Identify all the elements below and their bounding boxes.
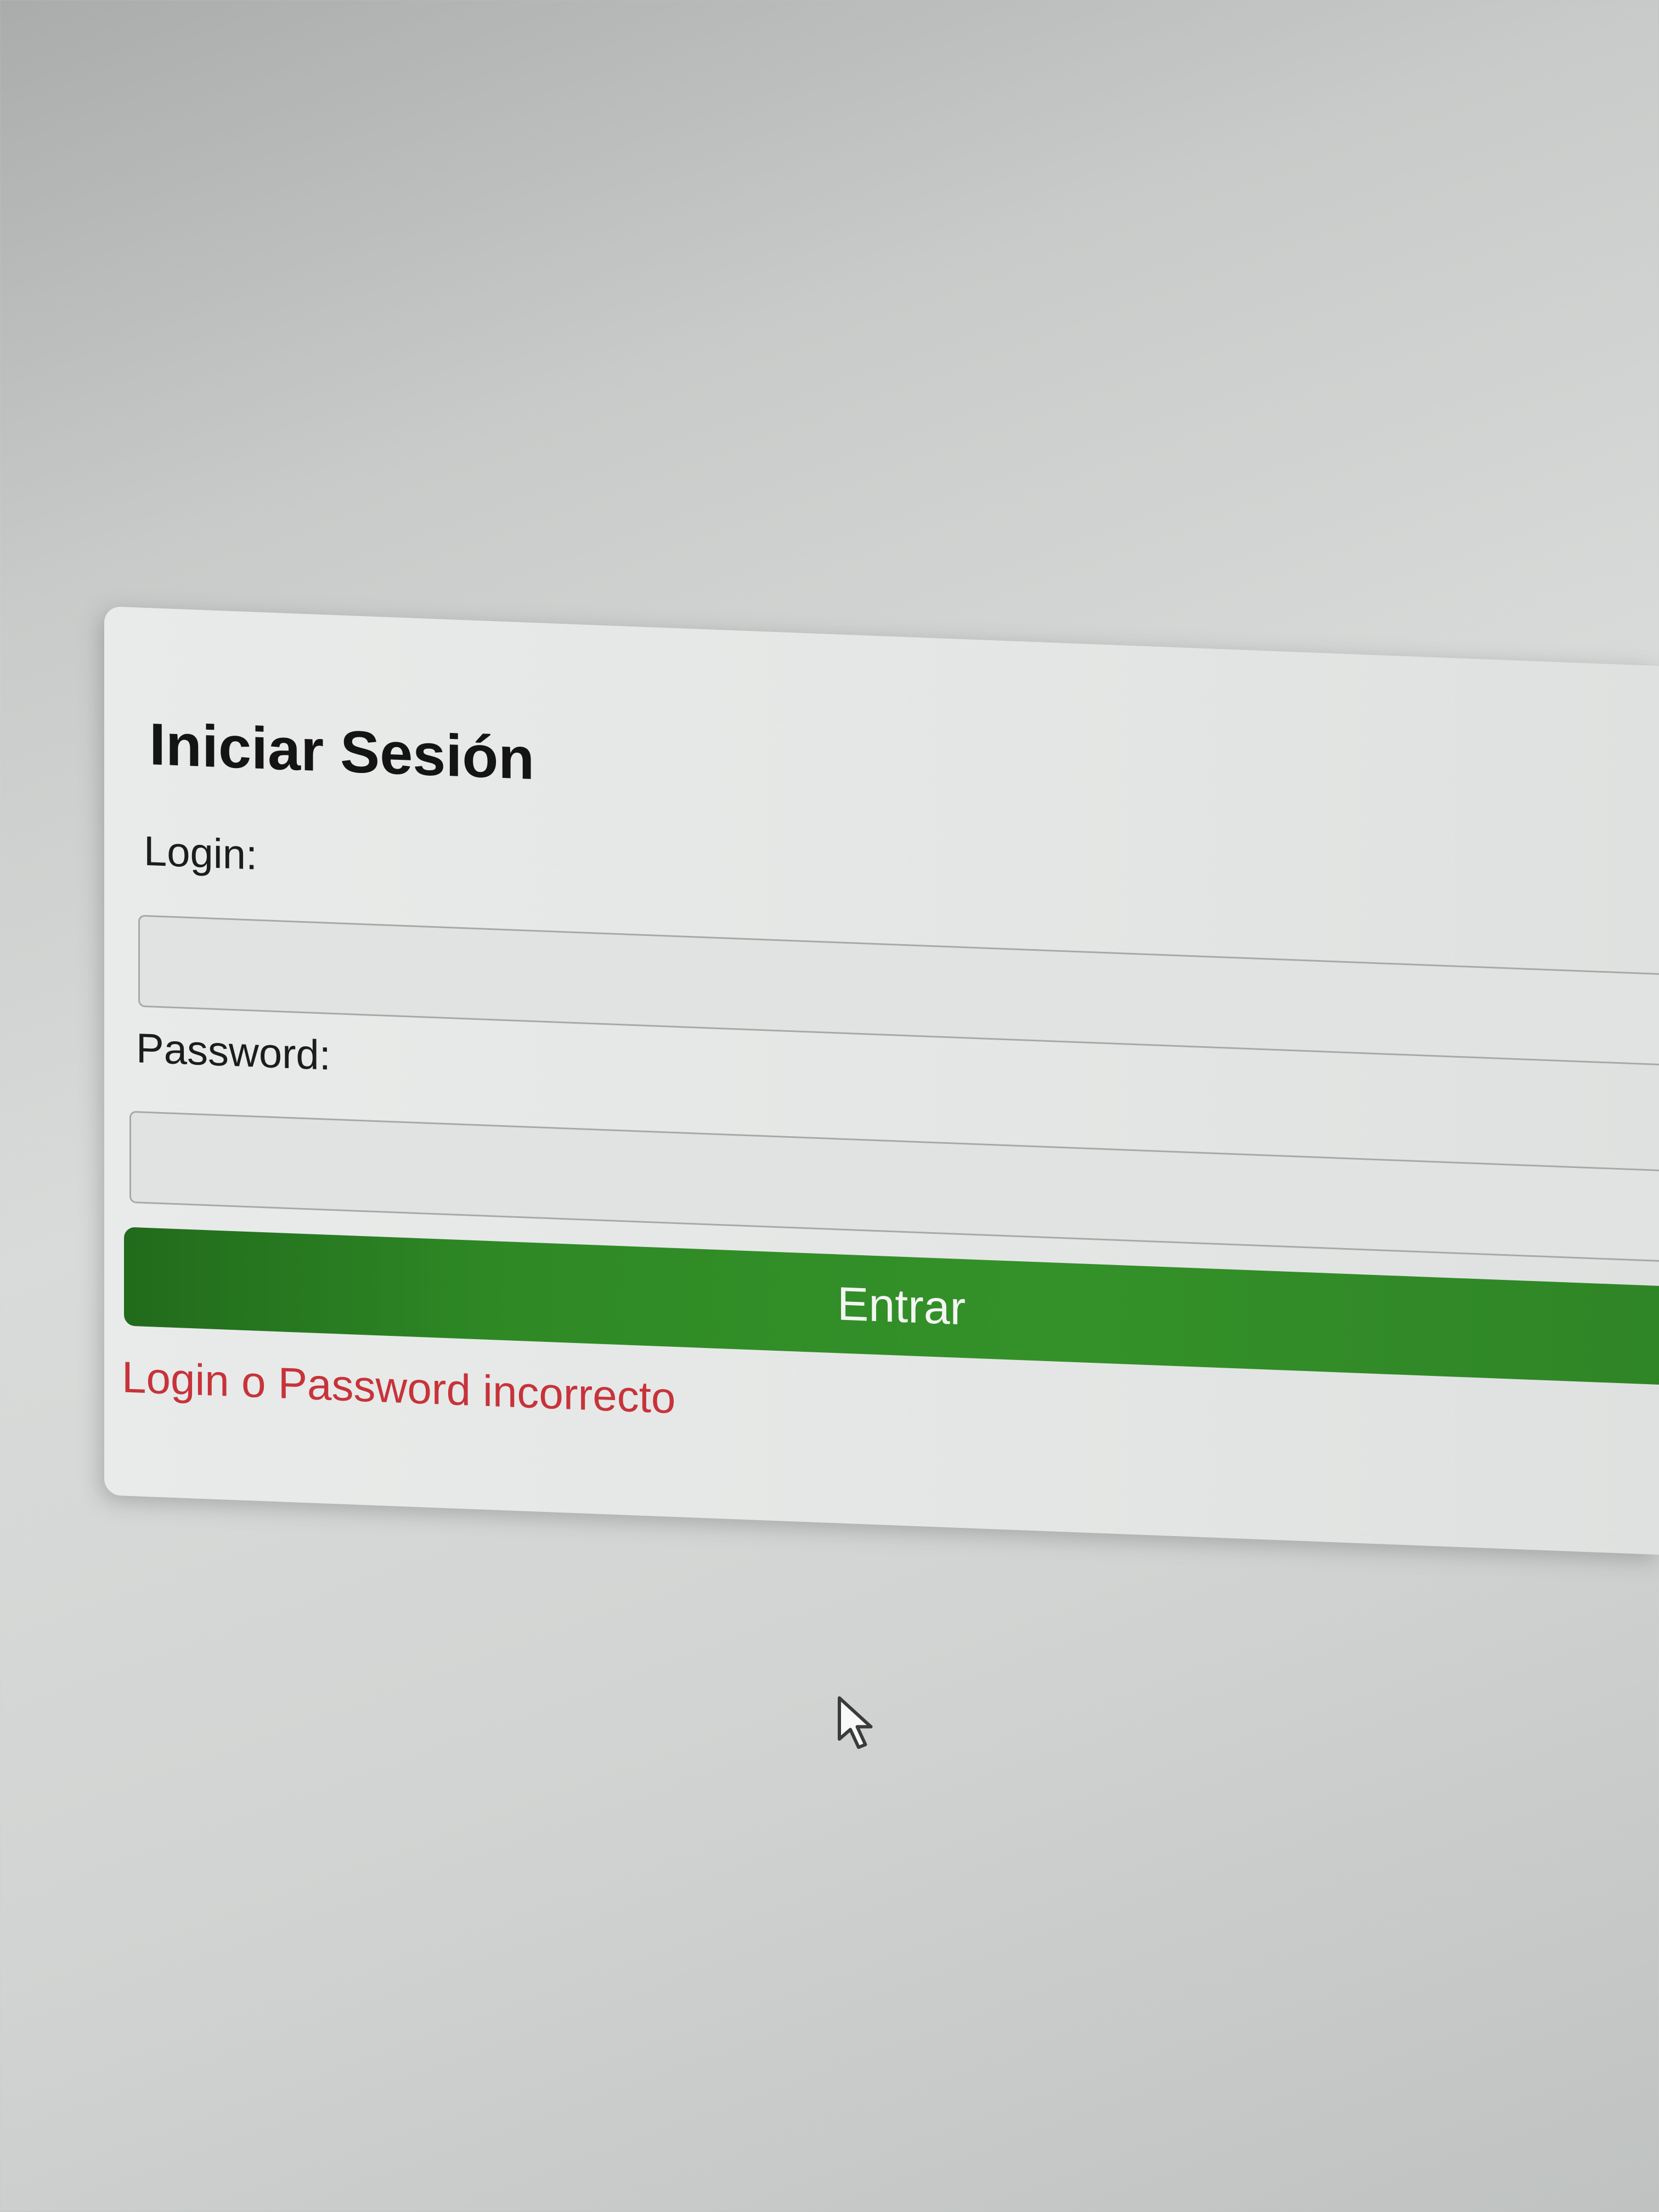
error-message: Login o Password incorrecto: [122, 1352, 676, 1423]
mouse-pointer-icon: [838, 1696, 873, 1749]
password-label: Password:: [136, 1025, 331, 1079]
login-input[interactable]: [138, 915, 1659, 1066]
login-label: Login:: [144, 827, 258, 879]
login-page: Iniciar Sesión Login: Password: Entrar L…: [0, 0, 1659, 2212]
login-card: Iniciar Sesión Login: Password: Entrar L…: [104, 606, 1659, 1555]
page-title: Iniciar Sesión: [149, 710, 535, 792]
